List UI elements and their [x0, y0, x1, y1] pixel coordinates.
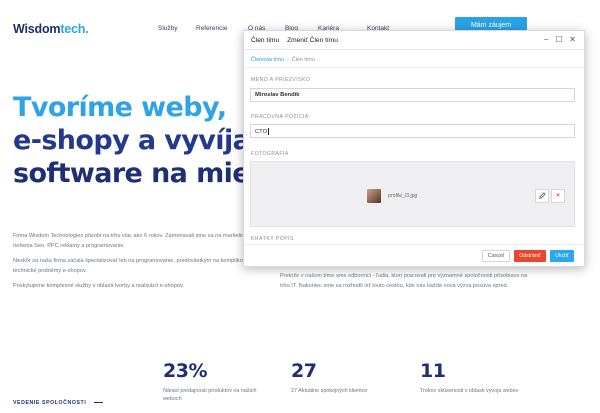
- photo-upload-area[interactable]: profile_l3.jpg ×: [250, 161, 575, 227]
- footer-divider: [244, 244, 584, 245]
- tab-team-member[interactable]: Člen tímu: [251, 37, 279, 44]
- title-divider: [244, 49, 584, 50]
- text-cursor: [268, 128, 270, 135]
- photo-filename: profile_l3.jpg: [388, 193, 418, 199]
- edit-photo-button[interactable]: [535, 189, 549, 203]
- hero-line-2: e-shopy a vyvíjar: [13, 125, 264, 156]
- save-button[interactable]: Uložiť: [550, 250, 574, 262]
- description-label: KRÁTKY POPIS: [251, 236, 294, 242]
- breadcrumb-divider: [244, 67, 584, 68]
- about-paragraph-1: Firma Wisdom Technologies pôsobí na trhu…: [13, 233, 250, 249]
- close-icon[interactable]: ✕: [567, 35, 578, 44]
- about-paragraph-2: Neskôr sa naša firma začala špecializova…: [13, 258, 255, 274]
- cancel-button[interactable]: Cancel: [482, 250, 510, 262]
- remove-photo-button[interactable]: ×: [551, 189, 565, 203]
- edit-team-member-dialog: Člen tímu Zmeniť Člen tímu − ☐ ✕ Členovi…: [243, 30, 585, 267]
- logo-part-tech: tech.: [60, 22, 89, 36]
- window-controls: − ☐ ✕: [541, 35, 578, 44]
- dash-icon: [94, 402, 104, 404]
- stat-sales-growth: 23% Nárast predajnosti produktov na naši…: [163, 360, 273, 403]
- stat-number: 27: [291, 360, 317, 382]
- stat-label: Nárast predajnosti produktov na našich w…: [163, 388, 257, 402]
- hero-line-3: software na mier: [13, 158, 263, 189]
- site-logo[interactable]: Wisdomtech.: [13, 22, 89, 36]
- nav-item-referencie[interactable]: Referencie: [196, 25, 227, 32]
- pencil-icon: [538, 192, 546, 199]
- leadership-heading: VEDENIE SPOLOČNOSTI: [13, 400, 104, 406]
- breadcrumb-separator: ›: [286, 57, 289, 63]
- dialog-title: Člen tímu Zmeniť Člen tímu: [251, 37, 344, 44]
- position-field[interactable]: CTO: [250, 124, 575, 138]
- why-paragraph: Pretože v našom tíme sme odborníci - ľud…: [280, 273, 528, 289]
- stat-label: 27 Aktuálne spokojných klientov: [291, 388, 368, 394]
- maximize-icon[interactable]: ☐: [554, 35, 565, 44]
- about-paragraph-3: Poskytujeme komplexné služby v oblasti t…: [13, 283, 184, 289]
- hero-line-1: Tvoríme weby,: [13, 92, 227, 123]
- stat-clients: 27 27 Aktuálne spokojných klientov: [291, 360, 401, 396]
- close-icon: ×: [556, 192, 560, 199]
- breadcrumb: Členovia tímu › Člen tímu: [251, 57, 315, 63]
- photo-thumbnail: [367, 189, 381, 203]
- breadcrumb-current: Člen tímu: [291, 57, 315, 63]
- delete-button[interactable]: Odstrániť: [514, 250, 546, 262]
- position-label: PRACOVNÁ POZÍCIA: [251, 114, 309, 120]
- stat-label: Trokov skúsenosti v oblasti vývoja webov: [420, 388, 519, 394]
- minimize-icon[interactable]: −: [541, 35, 552, 44]
- tab-edit-team-member[interactable]: Zmeniť Člen tímu: [287, 37, 338, 44]
- name-label: MENO A PRIEZVISKO: [251, 77, 311, 83]
- leadership-label: VEDENIE SPOLOČNOSTI: [13, 400, 87, 406]
- why-section: Prečo Pretože v našom tíme sme odborníci…: [280, 260, 530, 291]
- breadcrumb-team-members[interactable]: Členovia tímu: [251, 57, 284, 63]
- photo-label: FOTOGRAFIA: [251, 151, 289, 157]
- nav-item-sluzby[interactable]: Služby: [158, 25, 178, 32]
- stat-number: 11: [420, 360, 446, 382]
- position-value: CTO: [255, 129, 268, 136]
- about-text: Firma Wisdom Technologies pôsobí na trhu…: [13, 232, 258, 298]
- stat-experience: 11 Trokov skúsenosti v oblasti vývoja we…: [420, 360, 530, 396]
- stat-number: 23%: [163, 360, 207, 382]
- name-field[interactable]: Miroslav Bendík: [250, 88, 575, 102]
- logo-part-wisdom: Wisdom: [13, 22, 61, 36]
- name-value: Miroslav Bendík: [255, 92, 300, 98]
